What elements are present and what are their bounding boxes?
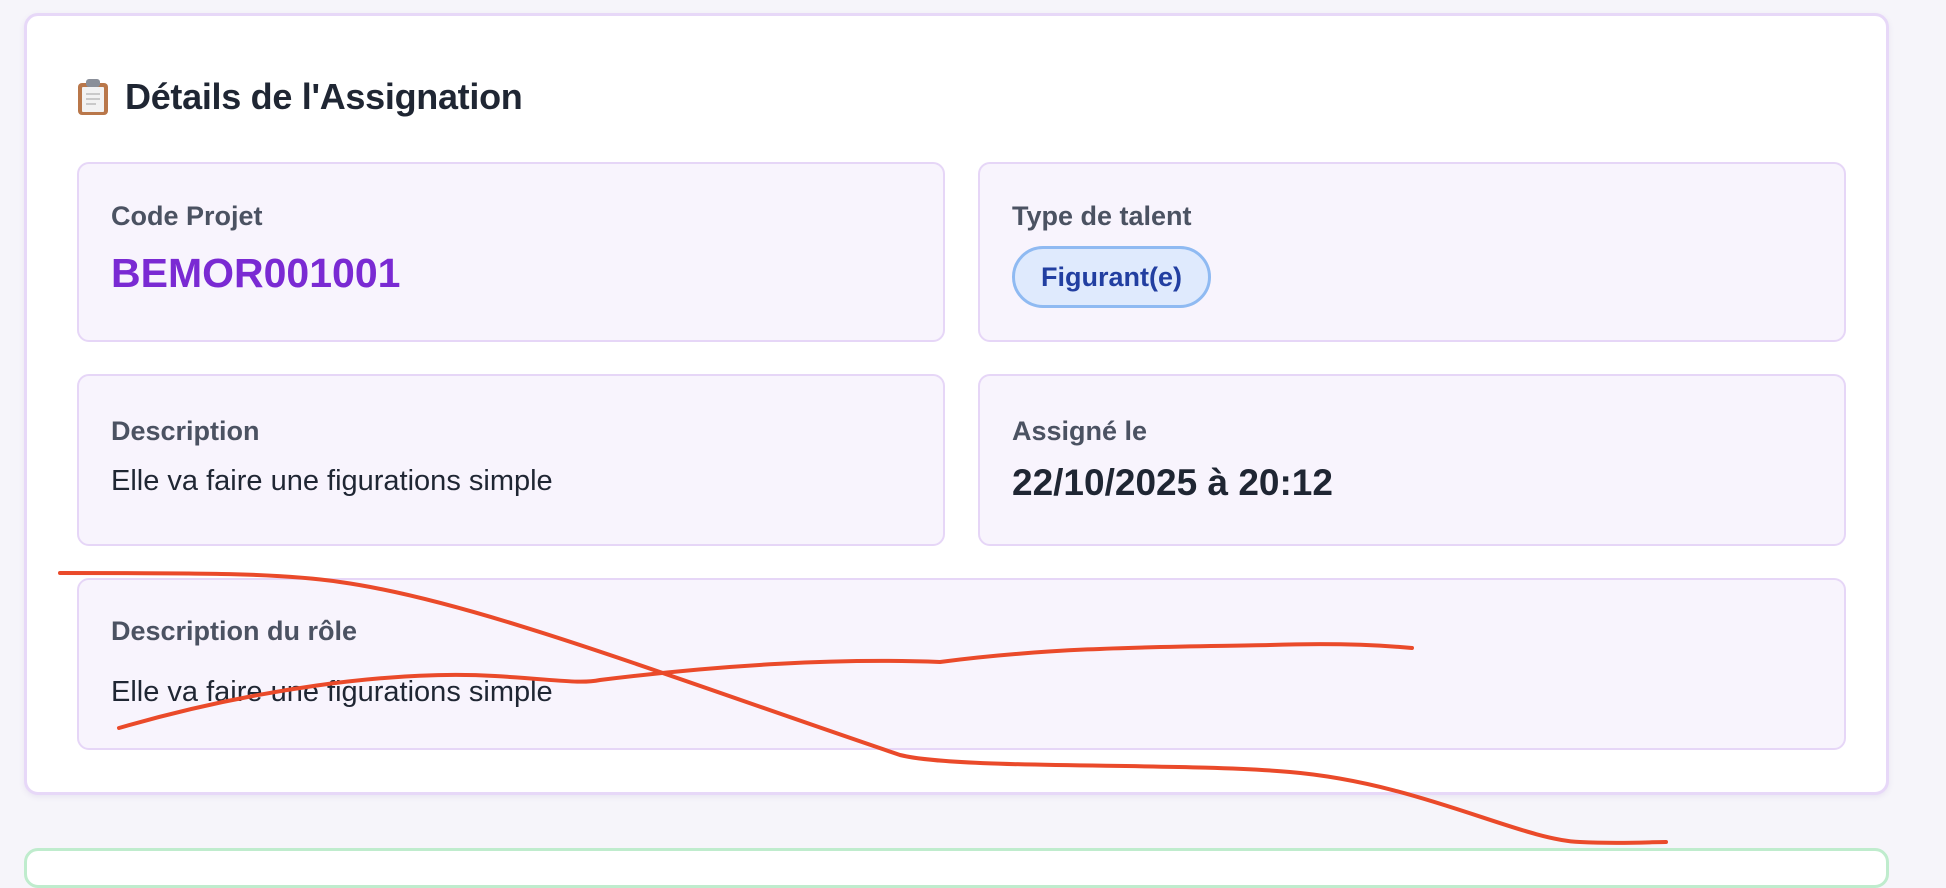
talent-type-label: Type de talent	[1012, 201, 1192, 231]
section-title: Détails de l'Assignation	[77, 76, 523, 118]
description-value: Elle va faire une figurations simple	[111, 465, 553, 497]
assigned-date-value: 22/10/2025 à 20:12	[1012, 462, 1333, 503]
description-field: Description Elle va faire une figuration…	[77, 374, 945, 546]
assigned-date-label: Assigné le	[1012, 416, 1148, 446]
talent-type-badge: Figurant(e)	[1012, 246, 1211, 308]
project-code-label: Code Projet	[111, 201, 263, 231]
section-title-text: Détails de l'Assignation	[125, 76, 523, 117]
role-description-value: Elle va faire une figurations simple	[111, 676, 553, 708]
clipboard-icon	[78, 79, 108, 115]
role-description-label: Description du rôle	[111, 616, 358, 646]
assignment-details-card: Détails de l'Assignation Code Projet BEM…	[24, 13, 1889, 795]
project-code-field: Code Projet BEMOR001001	[77, 162, 945, 342]
next-section-card	[24, 848, 1889, 888]
assigned-date-field: Assigné le 22/10/2025 à 20:12	[978, 374, 1846, 546]
role-description-field: Description du rôle Elle va faire une fi…	[77, 578, 1846, 750]
talent-type-field: Type de talent Figurant(e)	[978, 162, 1846, 342]
description-label: Description	[111, 416, 260, 446]
project-code-value: BEMOR001001	[111, 250, 401, 296]
